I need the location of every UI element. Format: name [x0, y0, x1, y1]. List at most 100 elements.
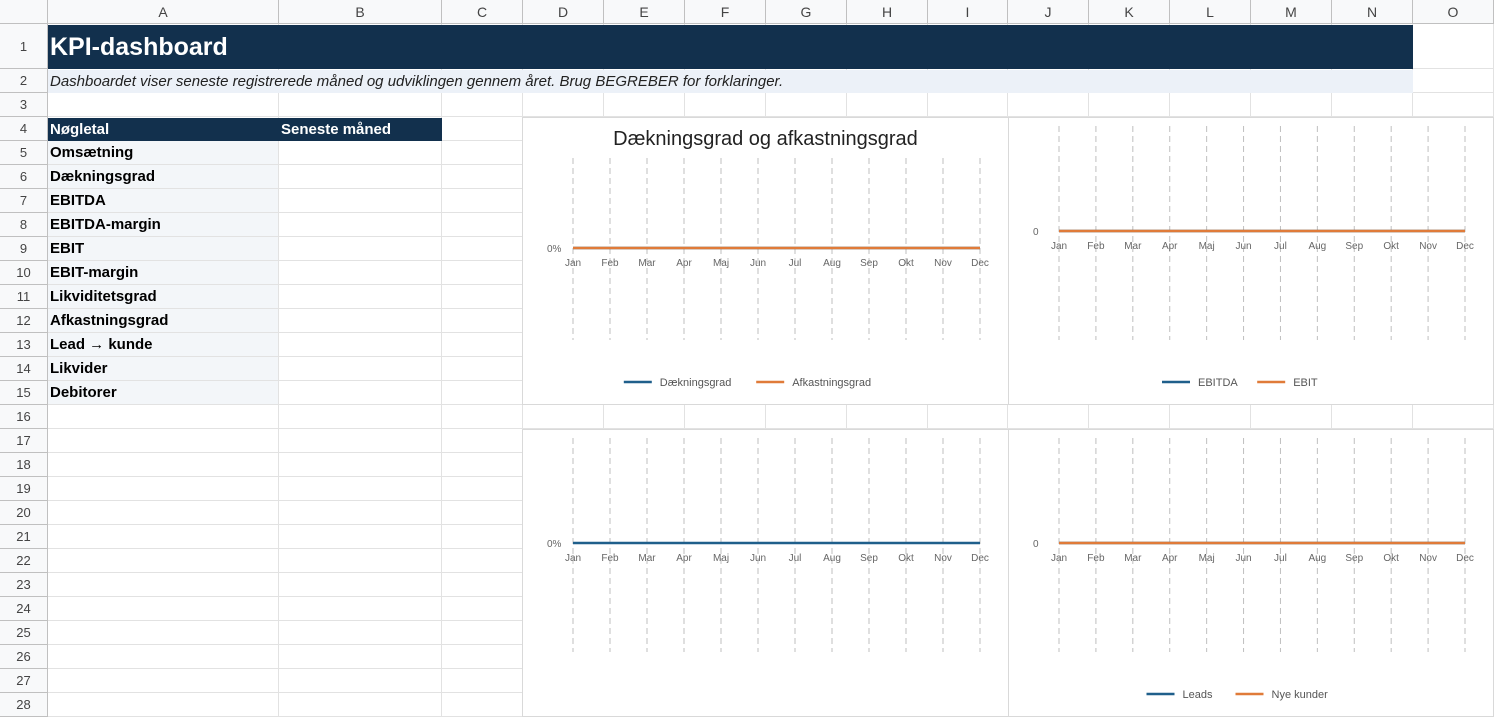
- kpi-value[interactable]: [279, 189, 441, 212]
- legend-label: Nye kunder: [1272, 689, 1329, 701]
- row-header-12[interactable]: 12: [0, 309, 48, 333]
- row-header-27[interactable]: 27: [0, 669, 48, 693]
- legend-label: Dækningsgrad: [660, 377, 732, 389]
- kpi-label[interactable]: Likviditetsgrad: [48, 285, 278, 308]
- kpi-value[interactable]: [279, 309, 441, 332]
- column-header-o[interactable]: O: [1413, 0, 1494, 24]
- kpi-value[interactable]: [279, 213, 441, 236]
- kpi-header-latest[interactable]: Seneste måned: [279, 118, 442, 141]
- row-header-19[interactable]: 19: [0, 477, 48, 501]
- chart-svg: 0 Jan Feb Mar Apr Maj Jun Jul Aug Sep Okt Nov Dec EBI…: [1033, 126, 1474, 389]
- x-tick-label: Dec: [1456, 553, 1474, 564]
- x-tick-label: Sep: [1345, 553, 1363, 564]
- column-header-n[interactable]: N: [1332, 0, 1413, 24]
- chart-svg: 0%Jan Feb Mar Apr Maj Jun Jul Aug Sep Okt Nov Dec: [547, 438, 989, 652]
- column-header-a[interactable]: A: [48, 0, 279, 24]
- dashboard-title[interactable]: KPI-dashboard: [48, 25, 1413, 69]
- x-tick-label: Aug: [823, 258, 841, 269]
- x-tick-label: Aug: [1308, 553, 1326, 564]
- row-header-25[interactable]: 25: [0, 621, 48, 645]
- column-header-b[interactable]: B: [279, 0, 442, 24]
- row-header-11[interactable]: 11: [0, 285, 48, 309]
- kpi-label[interactable]: EBITDA: [48, 189, 278, 212]
- column-header-l[interactable]: L: [1170, 0, 1251, 24]
- y-tick-label: 0%: [547, 244, 562, 255]
- kpi-value[interactable]: [279, 261, 441, 284]
- kpi-label[interactable]: Afkastningsgrad: [48, 309, 278, 332]
- x-tick-label: Feb: [601, 258, 619, 269]
- row-header-8[interactable]: 8: [0, 213, 48, 237]
- row-header-4[interactable]: 4: [0, 117, 48, 141]
- x-tick-label: Maj: [1199, 241, 1215, 252]
- kpi-label[interactable]: EBIT: [48, 237, 278, 260]
- kpi-header-label[interactable]: Nøgletal: [48, 118, 279, 141]
- row-header-28[interactable]: 28: [0, 693, 48, 717]
- x-tick-label: Mar: [638, 553, 656, 564]
- column-header-e[interactable]: E: [604, 0, 685, 24]
- chart-leads[interactable]: 0 Jan Feb Mar Apr Maj Jun Jul Aug Sep Okt Nov Dec Lea…: [1008, 429, 1494, 717]
- kpi-value[interactable]: [279, 333, 441, 356]
- row-header-23[interactable]: 23: [0, 573, 48, 597]
- column-header-i[interactable]: I: [928, 0, 1008, 24]
- column-header-d[interactable]: D: [523, 0, 604, 24]
- chart-ebitda-ebit[interactable]: 0 Jan Feb Mar Apr Maj Jun Jul Aug Sep Okt Nov Dec EBI…: [1008, 117, 1494, 405]
- kpi-label[interactable]: EBIT-margin: [48, 261, 278, 284]
- row-header-9[interactable]: 9: [0, 237, 48, 261]
- x-tick-label: Dec: [971, 258, 989, 269]
- row-header-20[interactable]: 20: [0, 501, 48, 525]
- kpi-value[interactable]: [279, 381, 441, 404]
- kpi-label[interactable]: Dækningsgrad: [48, 165, 278, 188]
- row-header-3[interactable]: 3: [0, 93, 48, 117]
- x-tick-label: Mar: [638, 258, 656, 269]
- chart-title: Dækningsgrad og afkastningsgrad: [613, 128, 918, 150]
- row-header-1[interactable]: 1: [0, 24, 48, 69]
- x-tick-label: Apr: [676, 553, 692, 564]
- row-header-18[interactable]: 18: [0, 453, 48, 477]
- row-header-13[interactable]: 13: [0, 333, 48, 357]
- row-header-15[interactable]: 15: [0, 381, 48, 405]
- x-tick-label: Okt: [1383, 553, 1399, 564]
- kpi-value[interactable]: [279, 357, 441, 380]
- row-header-5[interactable]: 5: [0, 141, 48, 165]
- kpi-value[interactable]: [279, 285, 441, 308]
- row-header-6[interactable]: 6: [0, 165, 48, 189]
- x-tick-label: Mar: [1124, 553, 1142, 564]
- x-tick-label: Sep: [860, 258, 878, 269]
- row-header-26[interactable]: 26: [0, 645, 48, 669]
- dashboard-subtitle[interactable]: Dashboardet viser seneste registrerede m…: [48, 70, 1413, 93]
- row-header-2[interactable]: 2: [0, 69, 48, 93]
- column-header-m[interactable]: M: [1251, 0, 1332, 24]
- row-header-16[interactable]: 16: [0, 405, 48, 429]
- column-header-c[interactable]: C: [442, 0, 523, 24]
- kpi-value[interactable]: [279, 165, 441, 188]
- kpi-label[interactable]: Lead → kunde: [48, 333, 278, 356]
- column-header-g[interactable]: G: [766, 0, 847, 24]
- column-header-j[interactable]: J: [1008, 0, 1089, 24]
- row-header-10[interactable]: 10: [0, 261, 48, 285]
- kpi-label[interactable]: Omsætning: [48, 141, 278, 164]
- kpi-value[interactable]: [279, 237, 441, 260]
- kpi-label[interactable]: Likvider: [48, 357, 278, 380]
- row-header-7[interactable]: 7: [0, 189, 48, 213]
- x-tick-label: Jan: [565, 258, 581, 269]
- x-tick-label: Jun: [750, 258, 766, 269]
- kpi-label[interactable]: Debitorer: [48, 381, 278, 404]
- chart-daekningsgrad[interactable]: Dækningsgrad og afkastningsgrad 0% Jan Feb M…: [522, 117, 1009, 405]
- select-all-corner[interactable]: [0, 0, 48, 24]
- x-tick-label: Nov: [934, 258, 952, 269]
- row-header-22[interactable]: 22: [0, 549, 48, 573]
- x-tick-label: Jun: [1235, 241, 1251, 252]
- x-tick-label: Jul: [789, 258, 802, 269]
- column-header-f[interactable]: F: [685, 0, 766, 24]
- column-header-h[interactable]: H: [847, 0, 928, 24]
- row-header-24[interactable]: 24: [0, 597, 48, 621]
- kpi-value[interactable]: [279, 141, 441, 164]
- row-header-17[interactable]: 17: [0, 429, 48, 453]
- kpi-label[interactable]: EBITDA-margin: [48, 213, 278, 236]
- column-header-k[interactable]: K: [1089, 0, 1170, 24]
- row-header-21[interactable]: 21: [0, 525, 48, 549]
- x-tick-label: Maj: [713, 258, 729, 269]
- chart-bottom-left[interactable]: 0% Jan Feb Mar Apr Maj Jun Jul Aug Sep Okt Nov Dec: [522, 429, 1009, 717]
- row-header-14[interactable]: 14: [0, 357, 48, 381]
- x-tick-label: Apr: [1162, 553, 1178, 564]
